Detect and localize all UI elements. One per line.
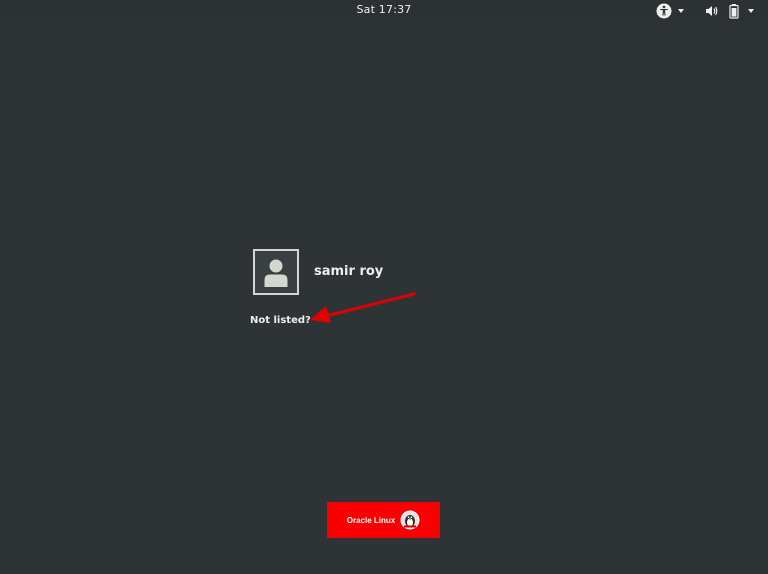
not-listed-link[interactable]: Not listed? (250, 315, 311, 326)
clock[interactable]: Sat 17:37 (0, 3, 768, 16)
system-menu[interactable] (704, 3, 756, 19)
penguin-logo-icon (400, 510, 420, 530)
brand-label: Oracle Linux (346, 515, 396, 525)
chevron-down-icon (678, 9, 684, 13)
annotation-arrow (310, 292, 416, 323)
chevron-down-icon (748, 9, 754, 13)
accessibility-menu[interactable] (656, 3, 686, 19)
user-list-item[interactable]: samir roy (253, 249, 383, 295)
oracle-linux-badge: Oracle Linux (327, 502, 440, 538)
user-name: samir roy (314, 263, 384, 279)
avatar (253, 249, 299, 295)
volume-icon (706, 6, 718, 16)
login-screen: Sat 17:37 samir roy Not listed? Oracle L… (0, 0, 768, 574)
battery-icon (729, 4, 739, 19)
accessibility-icon (656, 3, 672, 19)
top-bar: Sat 17:37 (0, 0, 768, 22)
user-avatar-icon (264, 259, 288, 287)
